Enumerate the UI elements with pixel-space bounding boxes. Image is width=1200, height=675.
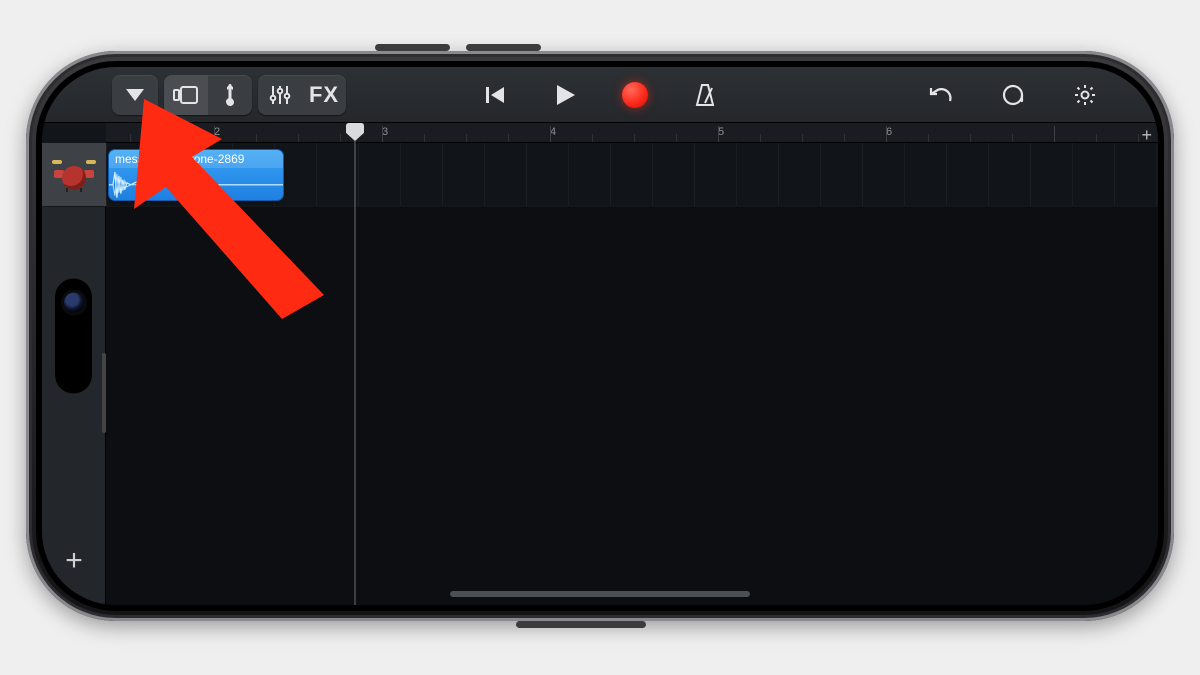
ruler-tick — [970, 134, 971, 142]
tracks-area: + message_ringtone-2869 — [42, 143, 1158, 605]
my-songs-button[interactable] — [112, 75, 158, 115]
go-to-beginning-button[interactable] — [475, 75, 515, 115]
ruler-tick — [508, 134, 509, 142]
ruler-tick — [298, 134, 299, 142]
fx-button[interactable]: FX — [302, 75, 346, 115]
dynamic-island — [55, 279, 92, 394]
track-controls-button[interactable] — [258, 75, 302, 115]
playhead-line — [354, 141, 356, 605]
drums-instrument-icon — [52, 160, 96, 190]
ruler-tick — [886, 126, 887, 142]
audio-region[interactable]: message_ringtone-2869 — [108, 149, 284, 201]
fx-label: FX — [309, 82, 339, 108]
front-camera — [64, 293, 84, 313]
play-button[interactable] — [545, 75, 585, 115]
sidebar-scroll-indicator — [102, 353, 106, 433]
ruler-tick — [634, 134, 635, 142]
undo-button[interactable] — [918, 75, 964, 115]
record-button[interactable] — [615, 75, 655, 115]
ruler-tick — [550, 126, 551, 142]
ruler-tick — [130, 134, 131, 142]
ruler-tick — [214, 126, 215, 142]
volume-down-hw-button — [466, 44, 541, 51]
settings-button[interactable] — [1062, 75, 1108, 115]
ruler-tick — [802, 134, 803, 142]
phone-bezel: FX — [36, 61, 1164, 611]
ruler-tick — [1138, 134, 1139, 142]
track-header[interactable] — [42, 143, 106, 207]
ruler-tick — [928, 134, 929, 142]
loop-browser-button[interactable] — [990, 75, 1036, 115]
side-hw-button — [516, 621, 646, 628]
home-indicator[interactable] — [450, 591, 750, 597]
transport-controls — [475, 67, 725, 123]
region-name-label: message_ringtone-2869 — [109, 150, 283, 168]
track-row: message_ringtone-2869 — [42, 143, 1158, 207]
ruler-tick — [760, 134, 761, 142]
ruler-tick — [844, 134, 845, 142]
record-icon — [622, 82, 648, 108]
metronome-button[interactable] — [685, 75, 725, 115]
ruler-tick — [718, 126, 719, 142]
ruler-tick — [466, 134, 467, 142]
instrument-view-button[interactable] — [208, 75, 252, 115]
tracks-view-button[interactable] — [164, 75, 208, 115]
app-screen: FX — [42, 67, 1158, 605]
right-toolbar-group — [918, 75, 1122, 115]
ruler-tick — [172, 134, 173, 142]
ruler-tick — [340, 134, 341, 142]
top-toolbar: FX — [42, 67, 1158, 123]
controls-segment: FX — [258, 75, 346, 115]
ruler-tick — [1096, 134, 1097, 142]
view-mode-segment — [164, 75, 252, 115]
ruler-tick — [382, 126, 383, 142]
ruler-tick — [256, 134, 257, 142]
ruler-tick — [592, 134, 593, 142]
add-track-button[interactable]: + — [42, 535, 106, 587]
volume-up-hw-button — [375, 44, 450, 51]
waveform-icon — [109, 168, 283, 201]
ruler-tick — [1012, 134, 1013, 142]
timeline-ruler[interactable]: 2 3 4 5 6 — [106, 123, 1158, 143]
add-section-button[interactable]: + — [1141, 125, 1152, 146]
ruler-tick — [424, 134, 425, 142]
ruler-tick — [676, 134, 677, 142]
ruler-tick — [1054, 126, 1055, 142]
track-lane[interactable]: message_ringtone-2869 — [106, 143, 1158, 207]
phone-frame: FX — [26, 51, 1174, 621]
